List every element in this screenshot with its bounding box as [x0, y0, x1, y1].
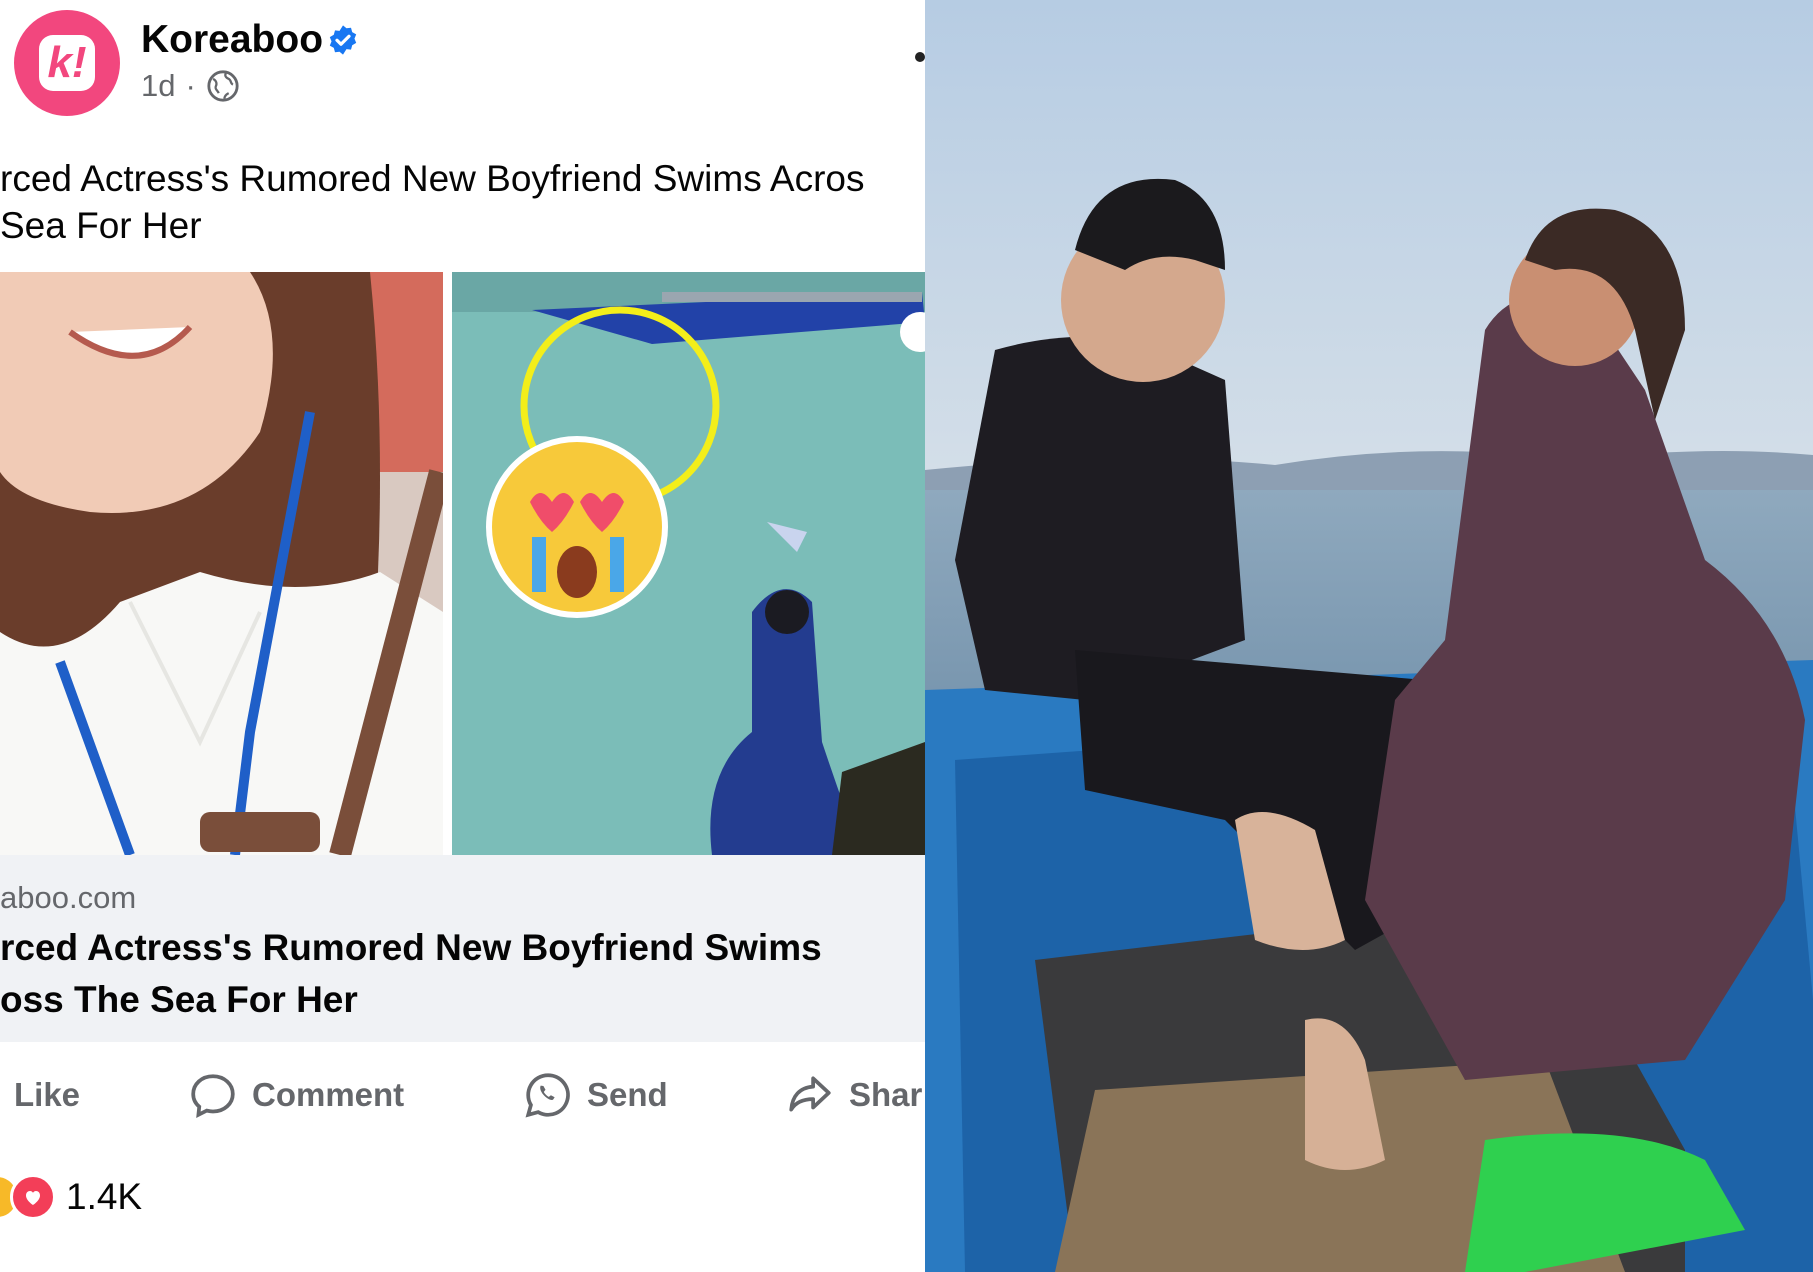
page-name[interactable]: Koreaboo [141, 18, 323, 62]
share-button[interactable]: Shar [785, 1065, 922, 1125]
facebook-post: k! Koreaboo 1d · rced Actress's Rumored … [0, 0, 925, 1272]
page-avatar[interactable]: k! [14, 10, 120, 116]
like-label: Like [14, 1076, 81, 1113]
comment-icon [191, 1074, 235, 1118]
like-button[interactable]: Like [14, 1065, 80, 1125]
comment-button[interactable]: Comment [188, 1065, 404, 1125]
send-label: Send [587, 1076, 668, 1113]
link-title[interactable]: rced Actress's Rumored New Boyfriend Swi… [0, 922, 822, 1026]
globe-icon [207, 70, 239, 102]
meta-separator: · [185, 68, 196, 103]
love-reaction-icon [10, 1174, 56, 1220]
koreaboo-logo: k! [39, 35, 95, 91]
post-meta: 1d · [141, 68, 240, 104]
actress-photo [0, 272, 443, 855]
reaction-count: 1.4K [66, 1176, 143, 1217]
boat-photo [925, 0, 1813, 1272]
more-options-icon[interactable] [915, 52, 925, 62]
share-icon [789, 1076, 831, 1112]
reactions-summary[interactable]: 1.4K [0, 1170, 142, 1224]
send-button[interactable]: Send [523, 1065, 668, 1125]
link-title-line2: oss The Sea For Her [0, 979, 358, 1020]
post-image-actress[interactable] [0, 272, 443, 855]
whatsapp-icon [525, 1073, 570, 1118]
couple-on-boat-photo [925, 0, 1813, 1272]
action-bar: Like Comment Send Shar [0, 1065, 925, 1125]
verified-badge-icon [329, 25, 357, 55]
share-label: Shar [849, 1076, 923, 1113]
link-title-line1: rced Actress's Rumored New Boyfriend Swi… [0, 927, 822, 968]
post-image-sea[interactable] [452, 272, 925, 855]
post-caption-line1: rced Actress's Rumored New Boyfriend Swi… [0, 158, 865, 199]
sea-photo [452, 272, 925, 855]
link-domain: aboo.com [0, 880, 137, 915]
post-caption: rced Actress's Rumored New Boyfriend Swi… [0, 155, 865, 249]
comment-label: Comment [252, 1076, 405, 1113]
post-caption-line2: Sea For Her [0, 205, 202, 246]
post-time[interactable]: 1d [141, 68, 175, 104]
